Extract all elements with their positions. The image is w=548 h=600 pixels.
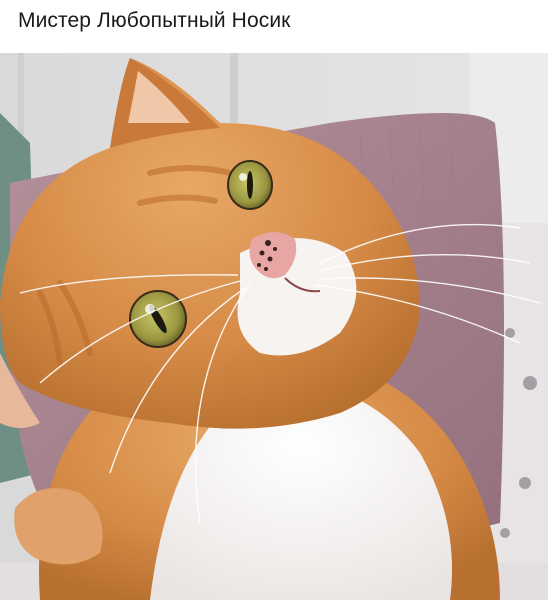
headboard-slat <box>230 53 238 123</box>
cat-pupil <box>247 171 253 199</box>
post-caption: Мистер Любопытный Носик <box>18 9 291 32</box>
post-header: Мистер Любопытный Носик <box>0 0 548 53</box>
cat-photo <box>0 53 548 600</box>
eye-highlight <box>239 173 247 181</box>
